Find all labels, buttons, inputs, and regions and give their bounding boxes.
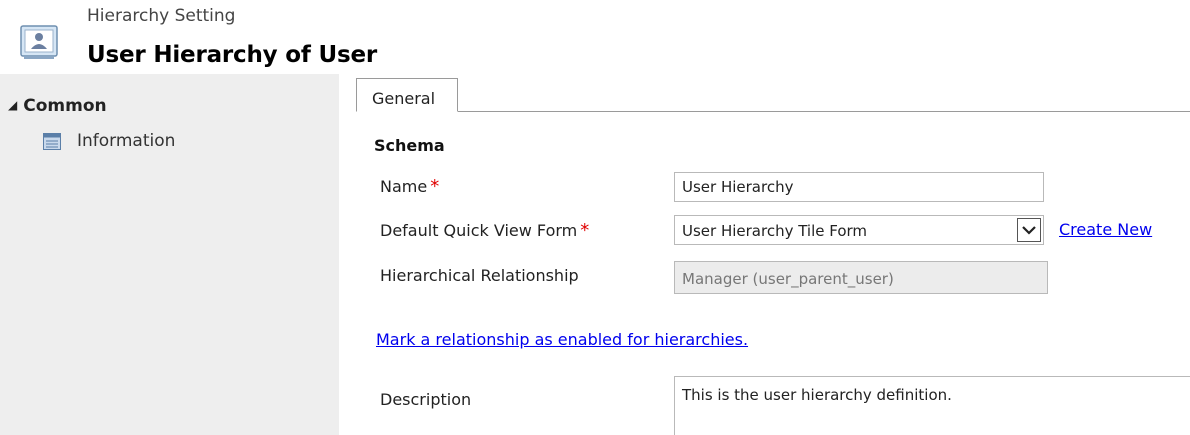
document-icon [43,132,61,150]
required-asterisk: * [430,176,440,197]
name-label: Name * [380,176,439,197]
entity-type-label: Hierarchy Setting [87,6,236,26]
nav-group-label: Common [23,96,107,116]
form-main: General Schema Name* Default Quick View … [356,74,1190,435]
quick-view-label: Default Quick View Form * [380,220,589,241]
required-asterisk: * [580,220,590,241]
description-label: Description [380,390,472,409]
relationship-label: Hierarchical Relationship [380,266,579,285]
create-new-link[interactable]: Create New [1059,220,1152,239]
quick-view-selected-value: User Hierarchy Tile Form [682,222,868,240]
chevron-down-icon [1022,226,1036,235]
tab-general[interactable]: General [356,78,458,112]
quick-view-label-text: Default Quick View Form [380,221,578,240]
page-title: User Hierarchy of User [87,42,377,68]
left-navigation: ◢ Common Information [0,74,339,435]
mark-relationship-link[interactable]: Mark a relationship as enabled for hiera… [376,330,748,349]
description-textarea[interactable]: This is the user hierarchy definition. [674,376,1190,435]
form-header: Hierarchy Setting User Hierarchy of User [0,0,1190,74]
dropdown-arrow-icon[interactable] [1017,218,1041,242]
tab-bar-divider [356,111,1190,112]
name-label-text: Name [380,177,428,196]
relationship-input[interactable]: Manager (user_parent_user) [674,261,1048,294]
nav-item-label: Information [77,131,176,151]
quick-view-select[interactable]: User Hierarchy Tile Form [674,215,1044,245]
section-title: Schema [374,136,445,155]
nav-item-information[interactable]: Information [43,131,175,151]
user-entity-icon [20,25,58,59]
nav-group-common[interactable]: ◢ Common [8,96,107,116]
collapse-triangle-icon[interactable]: ◢ [8,98,17,112]
name-input[interactable] [674,172,1044,202]
